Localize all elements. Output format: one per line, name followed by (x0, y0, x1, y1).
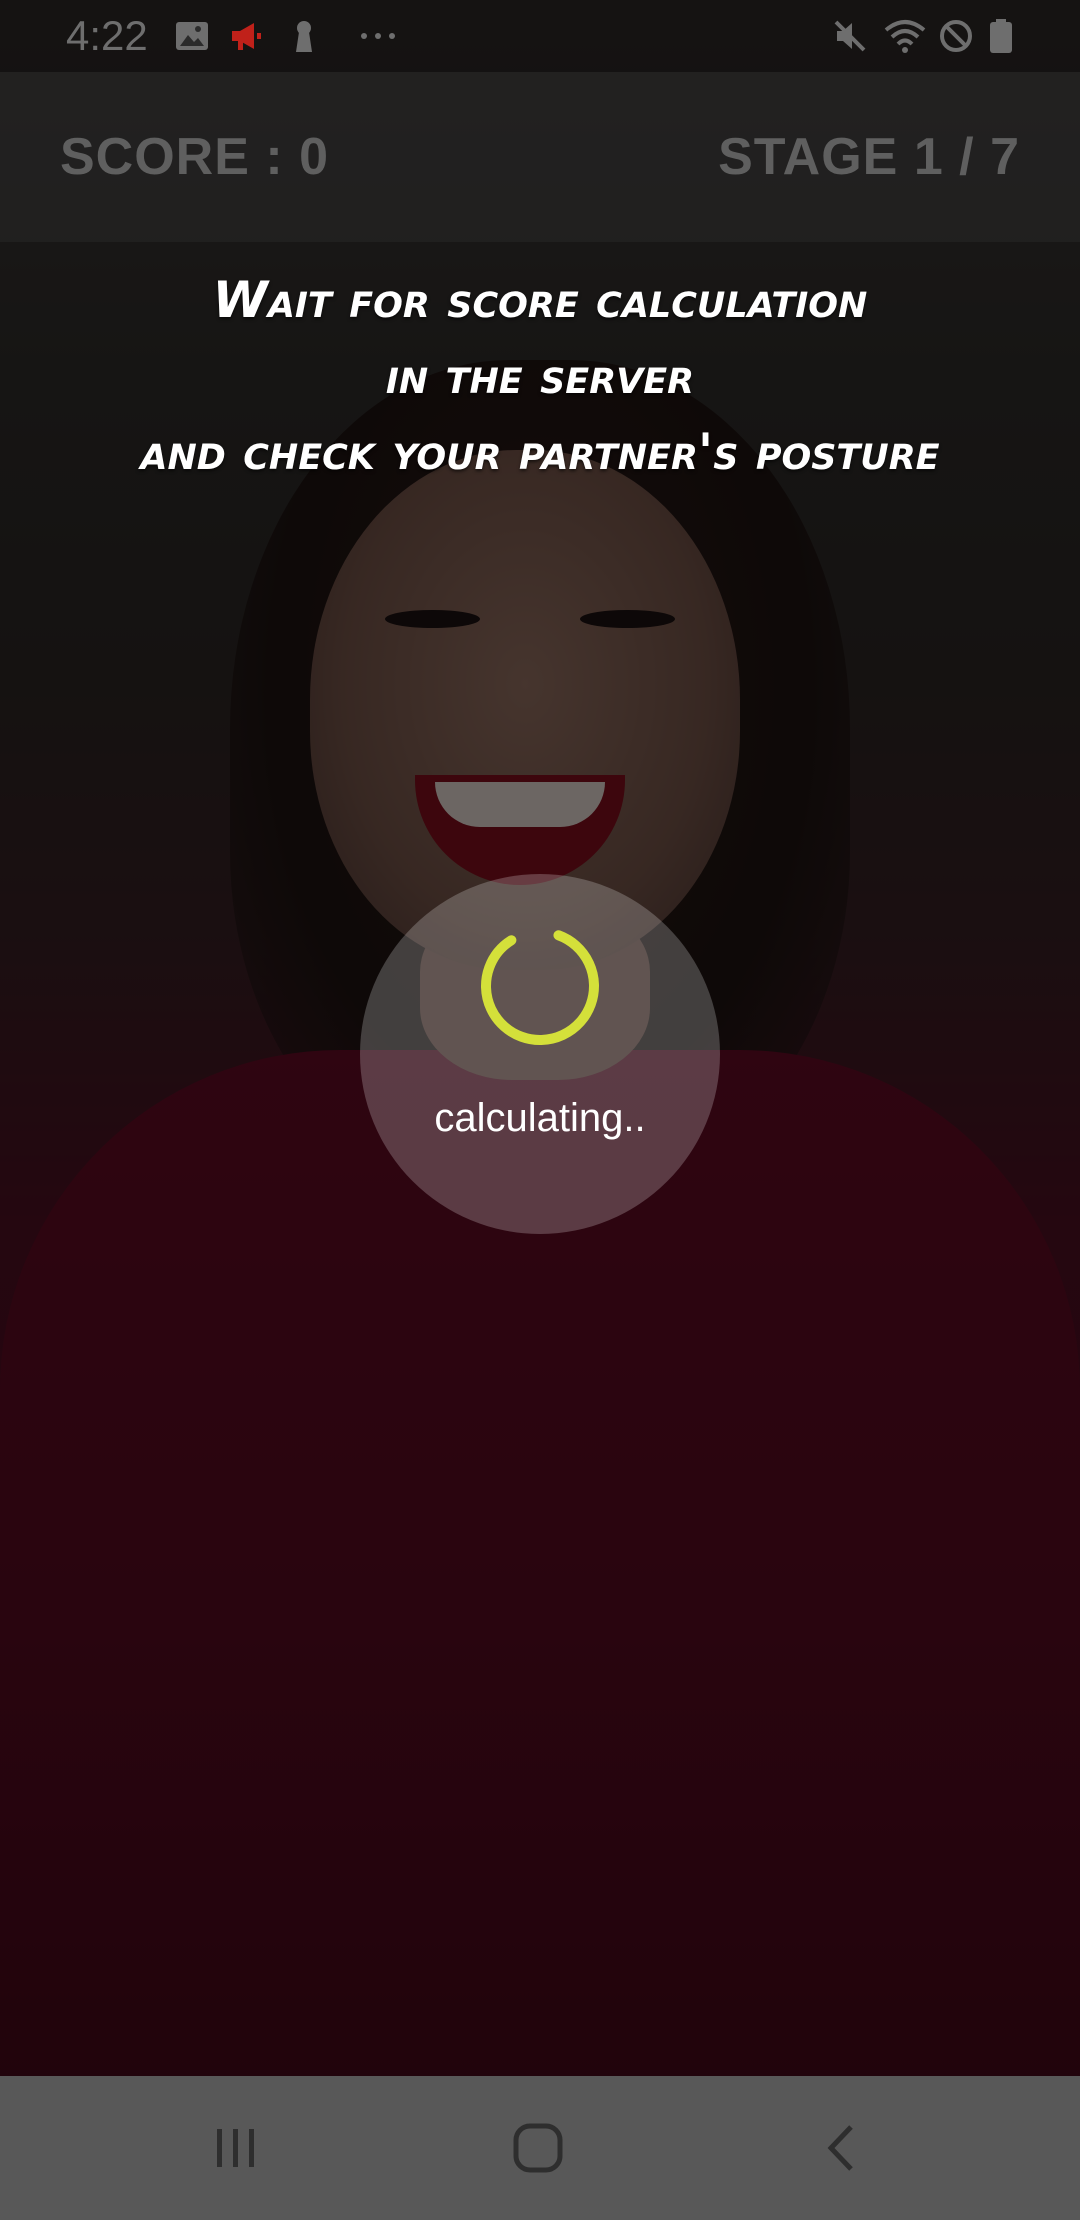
calculating-loader: calculating.. (360, 874, 720, 1234)
instruction-text: Wait for score calculation in the server… (0, 262, 1080, 490)
recent-apps-button[interactable] (196, 2108, 276, 2188)
image-icon (176, 22, 208, 50)
block-icon (940, 20, 972, 52)
app-screen: 4:22 SCORE: 0 STAGE 1 / 7 Wait for scor… (0, 0, 1080, 2220)
system-navigation-bar (0, 2076, 1080, 2220)
instruction-line-1: Wait for score calculation (212, 271, 868, 329)
keyhole-icon (296, 21, 312, 52)
loading-spinner-icon (481, 927, 599, 1045)
back-icon (827, 2125, 853, 2171)
score-label: SCORE : 0 (60, 128, 330, 186)
stage-label: STAGE 1 / 7 (718, 128, 1020, 186)
game-header: SCORE : 0 STAGE 1 / 7 (0, 72, 1080, 242)
more-dots-icon (361, 33, 395, 39)
battery-icon (990, 19, 1012, 53)
status-time: 4:22 (66, 12, 148, 59)
wifi-icon (884, 20, 926, 53)
instruction-line-3: and check your partner's posture (140, 423, 940, 481)
recent-apps-icon (217, 2129, 254, 2167)
megaphone-icon (232, 23, 261, 50)
back-button[interactable] (802, 2108, 882, 2188)
home-button[interactable] (498, 2108, 578, 2188)
mute-icon (834, 20, 866, 52)
status-bar: 4:22 (0, 0, 1080, 72)
instruction-line-2: in the server (385, 347, 695, 405)
home-icon (513, 2123, 563, 2173)
calculating-text: calculating.. (434, 1096, 646, 1140)
